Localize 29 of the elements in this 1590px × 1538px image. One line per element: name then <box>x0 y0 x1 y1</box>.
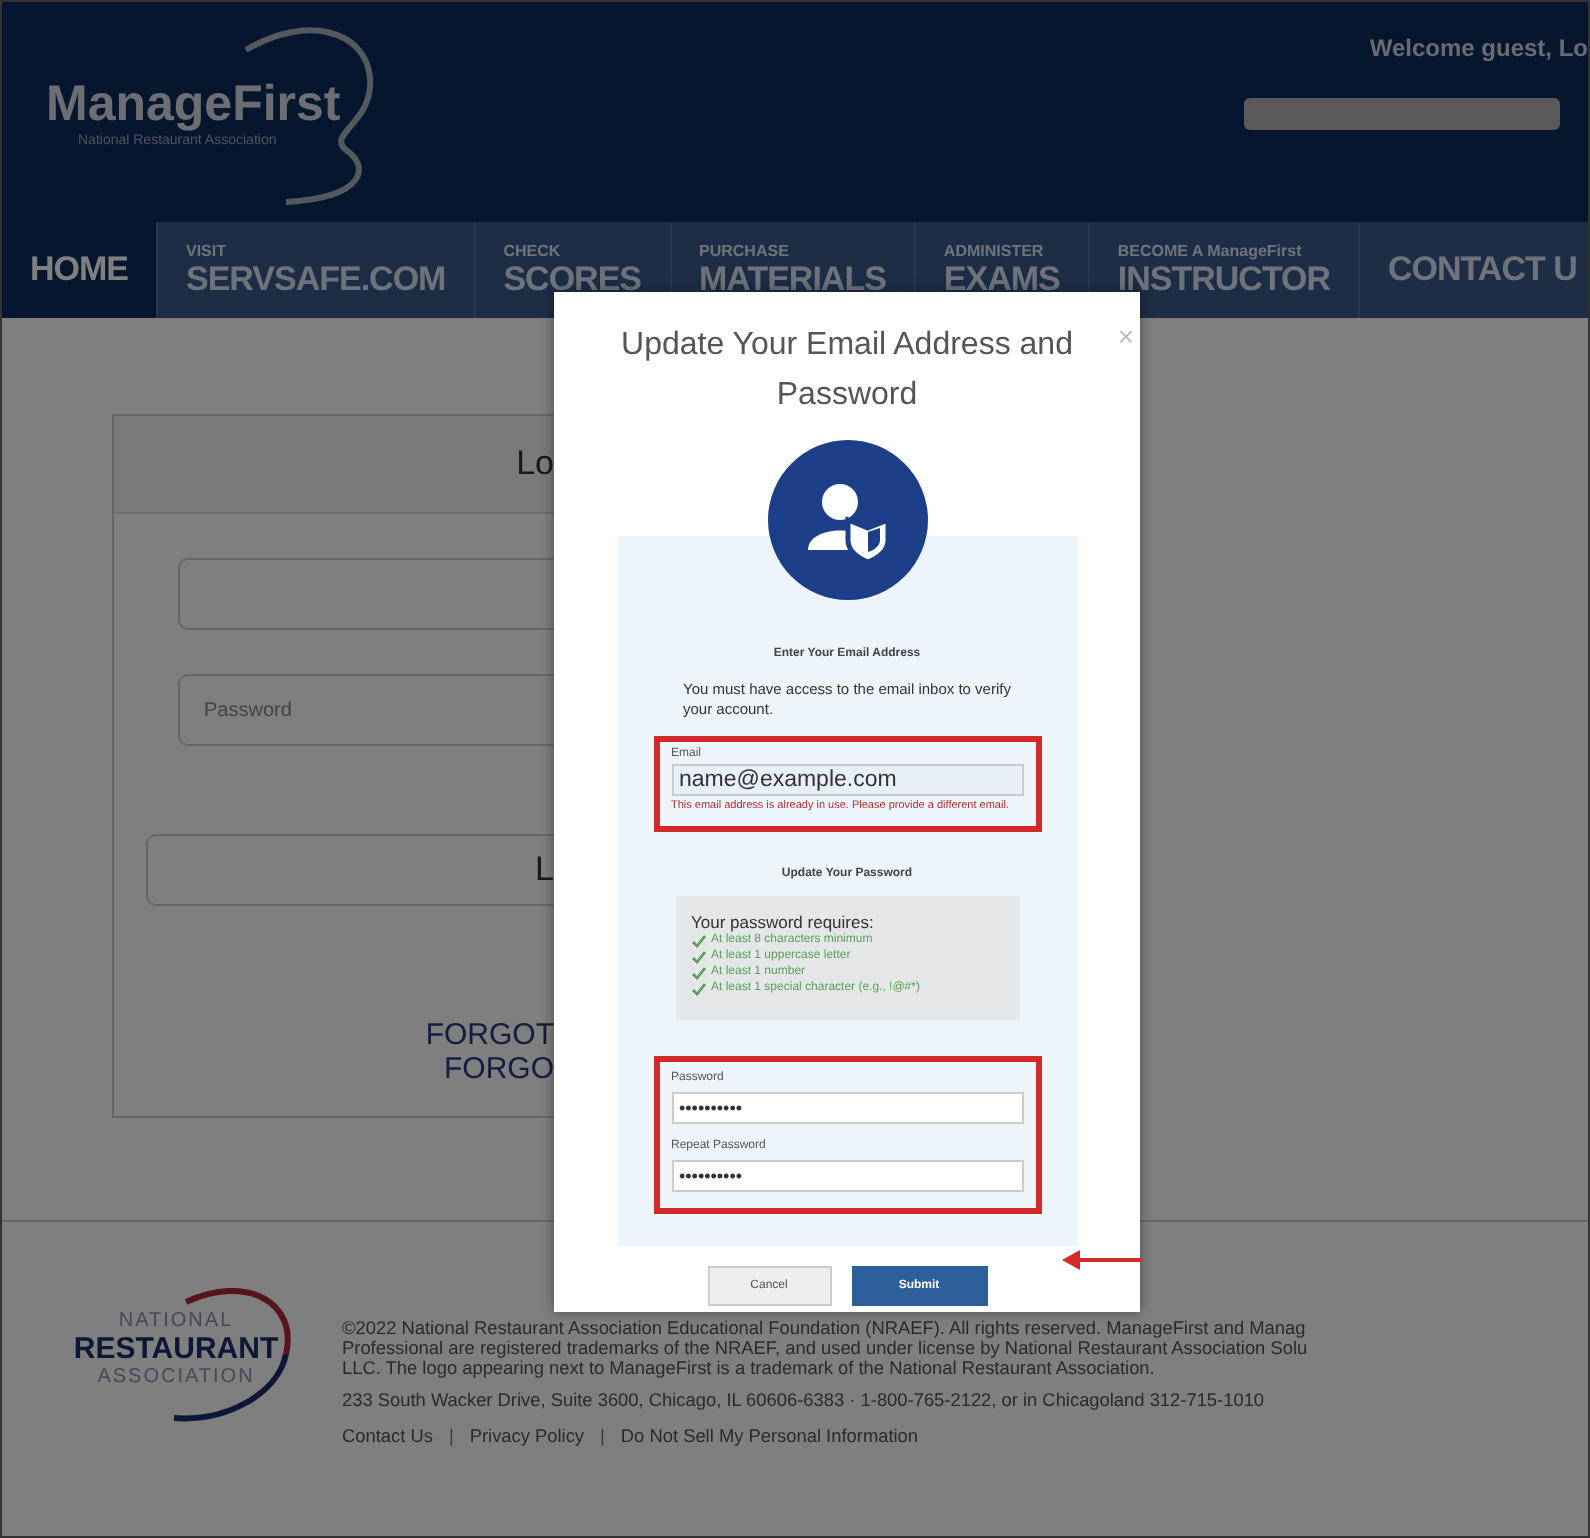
search-field[interactable] <box>1244 98 1560 130</box>
forgot-link[interactable]: FORGO <box>444 1052 554 1086</box>
forgot-link[interactable]: FORGOT <box>425 1018 554 1052</box>
footer-link[interactable]: Contact Us <box>342 1426 433 1446</box>
copyright-text: Professional are registered trademarks of the NRAEF, and used under license by National Restaurant Association Solu <box>342 1338 1308 1358</box>
nav-tab[interactable]: HOME <box>2 222 158 318</box>
username-field[interactable] <box>178 558 554 630</box>
login-button[interactable]: L <box>146 834 554 906</box>
footer-link[interactable]: Do Not Sell My Personal Information <box>620 1426 919 1446</box>
link-separator: | <box>448 1426 454 1446</box>
address-text: 233 South Wacker Drive, Suite 3600, Chicago, IL 60606-6383 · 1-800-765-2122, or in Chicagoland 312-715-1010 <box>342 1390 1267 1410</box>
logo-name[interactable]: ManageFirst <box>46 76 426 134</box>
association-logo-text: NATIONAL <box>118 1310 234 1332</box>
password-field[interactable]: Password <box>178 674 554 746</box>
dialog-title: Update Your Email Address and Password <box>619 326 1075 416</box>
password-input[interactable]: •••••••••• <box>671 1092 1023 1124</box>
association-logo-text: RESTAURANT <box>73 1332 279 1366</box>
copyright-text: LLC. The logo appearing next to ManageFirst is a trademark of the National Restaurant Association. <box>342 1358 1157 1378</box>
email-field[interactable]: name@example.com <box>671 764 1023 796</box>
requirements-title: Your password requires: <box>691 912 876 932</box>
pointer-arrow <box>1062 1248 1142 1272</box>
card-title: Lo <box>516 444 554 484</box>
welcome-text: Welcome guest, Lo <box>1369 34 1588 62</box>
close-button[interactable]: × <box>1117 320 1134 352</box>
footer-link[interactable]: Privacy Policy <box>469 1426 585 1446</box>
repeat-password-input[interactable]: •••••••••• <box>671 1160 1023 1192</box>
link-separator: | <box>600 1426 605 1446</box>
copyright-text: ©2022 National Restaurant Association Educational Foundation (NRAEF). All rights reserved. ManageFirst and Manag <box>342 1318 1308 1338</box>
association-logo-text: ASSOCIATION <box>97 1366 255 1388</box>
